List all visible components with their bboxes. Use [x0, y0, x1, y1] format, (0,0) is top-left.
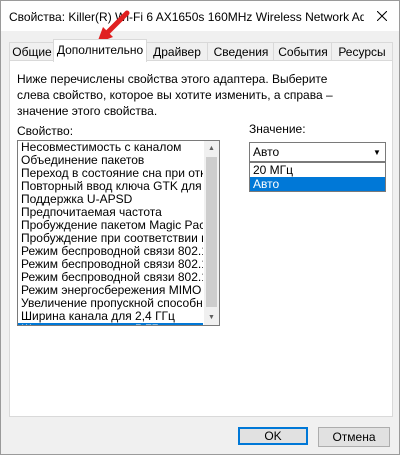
- tab-resources[interactable]: Ресурсы: [331, 42, 393, 61]
- tab-driver[interactable]: Драйвер: [145, 42, 209, 61]
- value-label: Значение:: [249, 122, 306, 136]
- scroll-up-icon[interactable]: ▲: [204, 141, 219, 156]
- close-button[interactable]: [365, 1, 399, 31]
- value-dropdown-list: 20 МГц Авто: [249, 162, 386, 192]
- property-item[interactable]: Несовместимость с каналом: [18, 141, 203, 154]
- property-label: Свойство:: [17, 124, 74, 138]
- property-item[interactable]: Предпочитаемая частота: [18, 206, 203, 219]
- property-item[interactable]: Пробуждение при соответствии шаб: [18, 232, 203, 245]
- property-item-selected[interactable]: Ширина канала для 5 ГГц: [18, 323, 203, 325]
- property-list[interactable]: Несовместимость с каналом Объединение пак…: [17, 140, 220, 326]
- property-item[interactable]: Режим беспроводной связи 802.11n: [18, 258, 203, 271]
- property-item[interactable]: Ширина канала для 2,4 ГГц: [18, 310, 203, 323]
- property-item[interactable]: Объединение пакетов: [18, 154, 203, 167]
- property-item[interactable]: Пробуждение пакетом Magic Packet: [18, 219, 203, 232]
- tab-advanced[interactable]: Дополнительно: [53, 39, 147, 62]
- value-option-selected[interactable]: Авто: [250, 177, 385, 191]
- panel-description: Ниже перечислены свойства этого адаптера…: [17, 72, 333, 118]
- close-icon: [377, 11, 387, 21]
- property-list-items: Несовместимость с каналом Объединение пак…: [18, 141, 203, 325]
- window-title: Свойства: Killer(R) Wi-Fi 6 AX1650s 160M…: [9, 10, 364, 24]
- property-item[interactable]: Повторный ввод ключа GTK для реж: [18, 180, 203, 193]
- scroll-thumb[interactable]: [206, 157, 217, 307]
- ok-button[interactable]: OK: [238, 427, 308, 445]
- tab-general[interactable]: Общие: [9, 42, 55, 61]
- properties-dialog: Свойства: Killer(R) Wi-Fi 6 AX1650s 160M…: [0, 0, 400, 455]
- property-item[interactable]: Режим беспроводной связи 802.11a: [18, 245, 203, 258]
- property-list-scrollbar[interactable]: ▲ ▼: [204, 141, 219, 325]
- title-bar: Свойства: Killer(R) Wi-Fi 6 AX1650s 160M…: [1, 1, 399, 31]
- scroll-down-icon[interactable]: ▼: [204, 310, 219, 325]
- advanced-tab-panel: Ниже перечислены свойства этого адаптера…: [9, 60, 393, 417]
- property-item[interactable]: Переход в состояние сна при отклю: [18, 167, 203, 180]
- value-combobox[interactable]: Авто ▼: [249, 142, 386, 162]
- property-item[interactable]: Режим беспроводной связи 802.11ac: [18, 271, 203, 284]
- property-item[interactable]: Увеличение пропускной способност: [18, 297, 203, 310]
- value-option[interactable]: 20 МГц: [250, 163, 385, 177]
- tab-strip: Общие Дополнительно Драйвер Сведения Соб…: [9, 39, 393, 62]
- tab-events[interactable]: События: [273, 42, 333, 61]
- chevron-down-icon[interactable]: ▼: [369, 143, 385, 161]
- tab-details[interactable]: Сведения: [207, 42, 275, 61]
- value-selected: Авто: [253, 145, 280, 159]
- cancel-button[interactable]: Отмена: [318, 427, 390, 447]
- property-item[interactable]: Поддержка U-APSD: [18, 193, 203, 206]
- property-item[interactable]: Режим энергосбережения MIMO: [18, 284, 203, 297]
